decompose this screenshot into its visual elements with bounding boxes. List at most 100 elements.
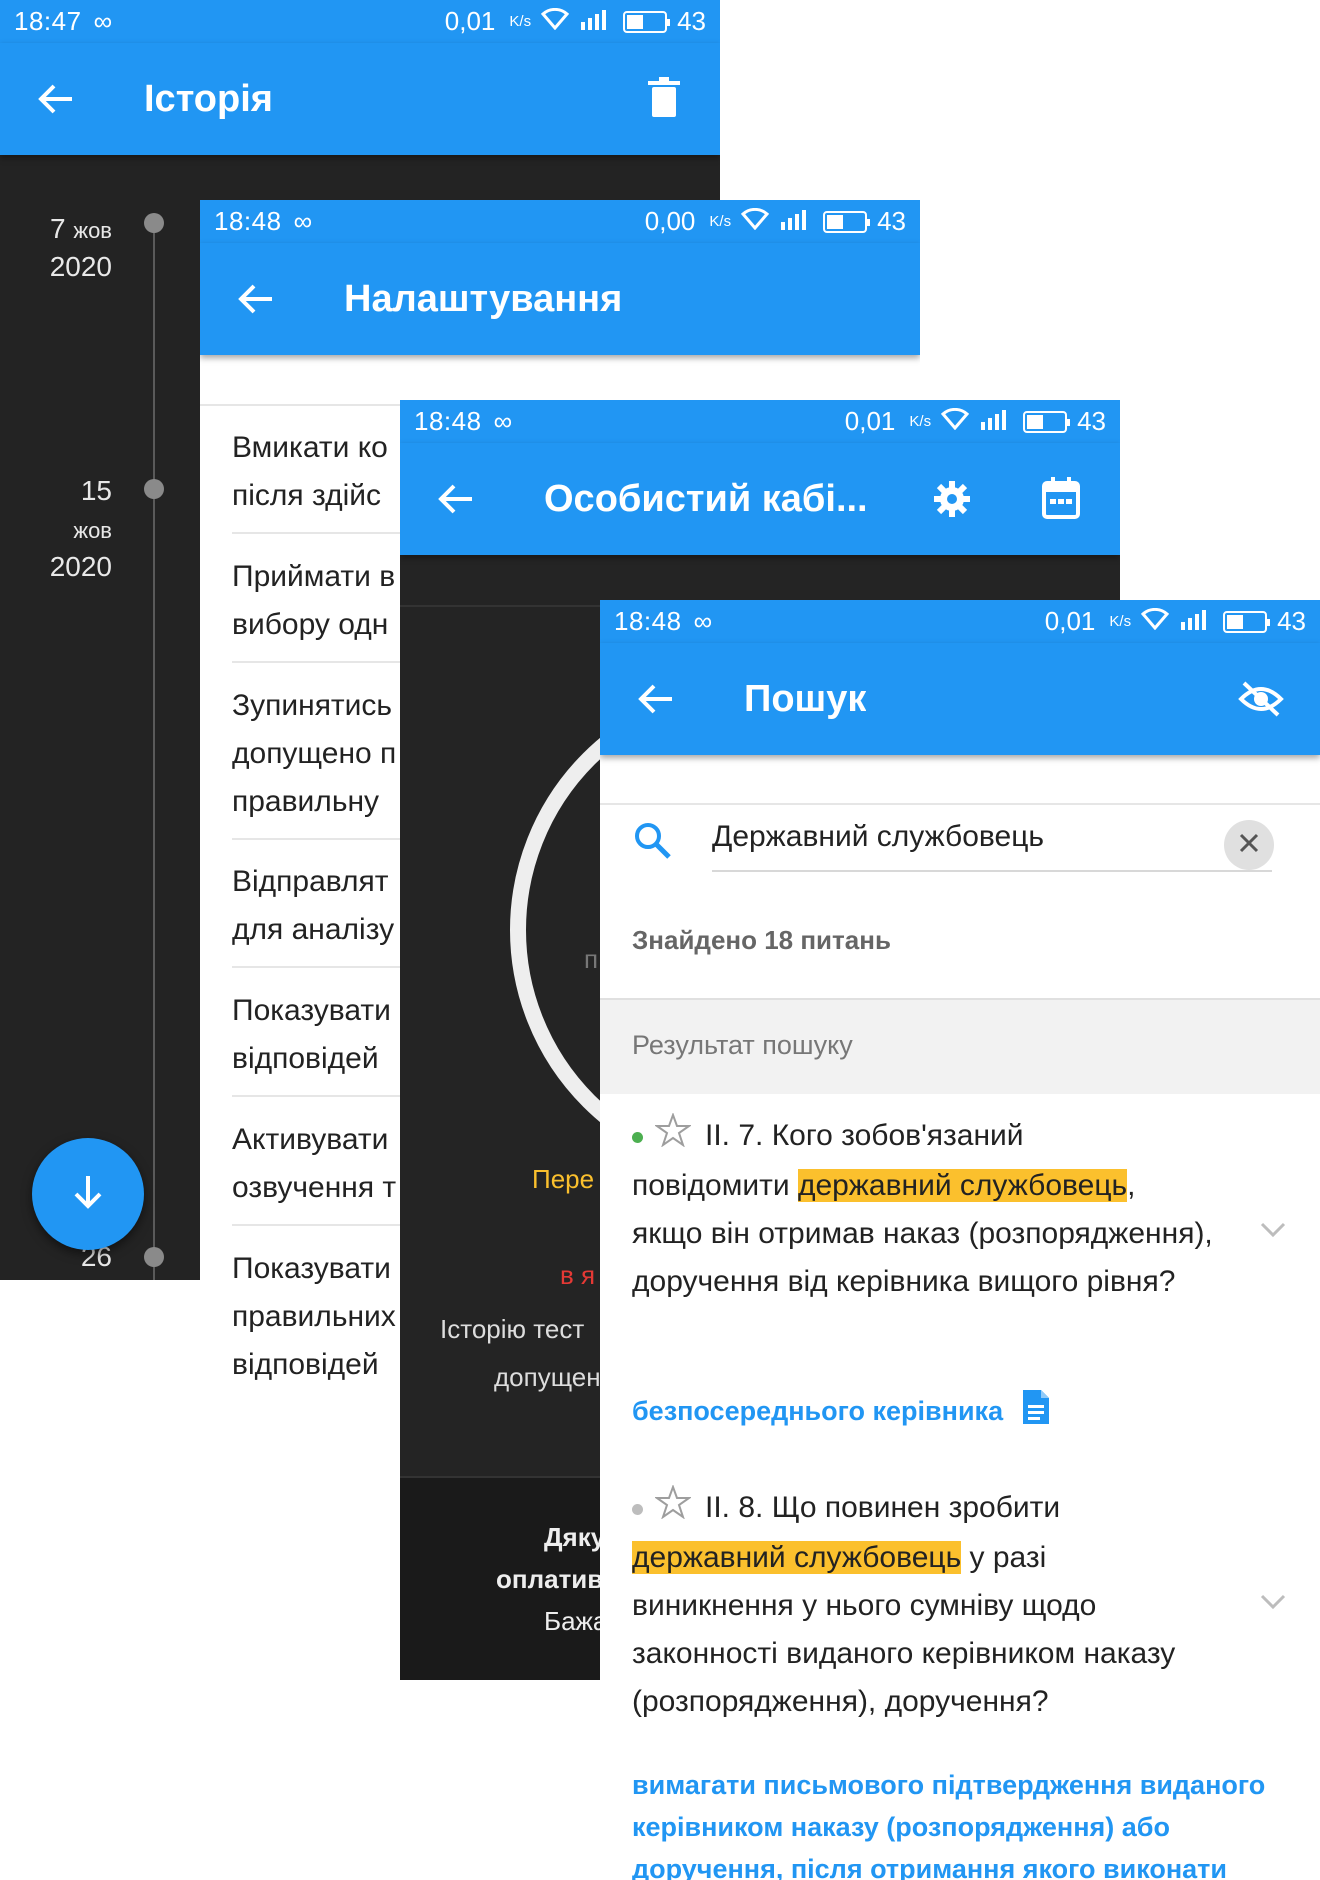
warning-text: в я (560, 1260, 596, 1290)
date-year: 2020 (49, 550, 112, 582)
page-title: Налаштування (344, 277, 623, 320)
net-speed-unit: K/s (909, 413, 932, 430)
star-icon[interactable] (653, 1111, 693, 1162)
settings-item-text: Зупинятись (232, 689, 393, 722)
status-bar: 18:48 ∞ 0,00 K/s 43 (200, 200, 920, 243)
settings-item-text: Показувати (232, 1252, 391, 1285)
timeline-line (153, 215, 155, 1280)
status-time: 18:48 (214, 206, 282, 236)
net-speed: 0,00 (644, 206, 696, 236)
results-header: Результат пошуку (600, 998, 1320, 1094)
battery-level: 43 (1077, 406, 1106, 436)
settings-item-text: вибору одн (232, 608, 389, 641)
answer-link[interactable]: безпосереднього керівника (632, 1396, 1003, 1426)
net-speed: 0,01 (444, 6, 496, 36)
chevron-down-icon[interactable] (1258, 1214, 1288, 1244)
net-speed-unit: K/s (709, 213, 732, 230)
chevron-down-icon[interactable] (1258, 1586, 1288, 1616)
back-arrow-icon[interactable] (36, 79, 76, 119)
answer-text[interactable]: вимагати письмового підтвердження видано… (632, 1764, 1282, 1880)
date-year: 2020 (49, 250, 112, 282)
status-time: 18:48 (614, 606, 682, 636)
timeline-date: 7 жов 2020 (2, 210, 112, 286)
net-speed: 0,01 (1044, 606, 1096, 636)
timeline-dot (144, 479, 164, 499)
wifi-icon (1140, 606, 1170, 637)
wifi-icon (540, 6, 570, 37)
timeline-dot (144, 213, 164, 233)
question-text: виникнення у нього сумніву щодо законнос… (632, 1588, 1176, 1718)
question-item[interactable]: ІІ. 7. Кого зобов'язаний повідомити держ… (632, 1111, 1232, 1306)
battery-icon (623, 10, 671, 33)
answer-text: безпосереднього керівника (632, 1388, 1282, 1438)
question-prefix: ІІ. 7. Кого зобов'язаний (705, 1119, 1024, 1152)
arrow-down-icon (68, 1172, 108, 1217)
question-item[interactable]: ІІ. 8. Що повинен зробити державний служ… (632, 1483, 1232, 1726)
search-input[interactable]: Державний службовець (712, 820, 1272, 872)
question-text: , (1127, 1168, 1136, 1202)
app-bar: Налаштування (200, 243, 920, 355)
scroll-down-button[interactable] (32, 1138, 144, 1250)
search-row: Державний службовець (632, 790, 1288, 890)
gear-icon[interactable] (932, 479, 972, 524)
signal-icon (579, 6, 613, 37)
document-icon[interactable] (1021, 1388, 1051, 1438)
search-screen: 18:48 ∞ 0,01 K/s 43 Пошук Державний служ (600, 600, 1320, 1880)
settings-item-text: озвучення т (232, 1171, 397, 1204)
infinity-icon: ∞ (693, 606, 713, 636)
app-bar: Особистий кабі... (400, 443, 1120, 555)
status-dot (632, 1503, 643, 1515)
history-note: допущен (494, 1362, 601, 1392)
back-arrow-icon[interactable] (636, 679, 676, 719)
settings-item-text: Відправлят (232, 865, 389, 898)
status-bar: 18:48 ∞ 0,01 K/s 43 (600, 600, 1320, 643)
search-highlight: державний службовець (632, 1540, 962, 1574)
status-bar: 18:47 ∞ 0,01 K/s 43 (0, 0, 720, 43)
signal-icon (1179, 606, 1213, 637)
status-dot (632, 1131, 643, 1143)
eye-off-icon[interactable] (1238, 679, 1284, 724)
date-day: 7 (50, 213, 66, 244)
date-day: 15 (80, 475, 112, 506)
app-bar: Історія (0, 43, 720, 155)
net-speed-unit: K/s (1109, 613, 1132, 630)
infinity-icon: ∞ (293, 206, 313, 236)
battery-icon (823, 210, 871, 233)
trash-icon[interactable] (648, 77, 680, 122)
settings-item-text: відповідей (232, 1348, 379, 1381)
search-icon (632, 820, 672, 865)
question-text: у разі (961, 1540, 1047, 1574)
settings-item-text: Приймати в (232, 560, 396, 593)
battery-icon (1223, 610, 1271, 633)
calendar-icon[interactable] (1042, 477, 1080, 524)
status-time: 18:47 (14, 6, 82, 36)
results-count: Знайдено 18 питань (632, 925, 891, 955)
question-text: якщо він отримав наказ (розпорядження), … (632, 1216, 1213, 1298)
infinity-icon: ∞ (493, 406, 513, 436)
status-time: 18:48 (414, 406, 482, 436)
settings-item-text: правильних (232, 1300, 396, 1333)
thanks-text: Дяку (544, 1522, 606, 1552)
search-highlight: державний службовець (797, 1168, 1128, 1202)
page-title: Пошук (744, 677, 867, 720)
settings-item-text: після здійс (232, 479, 382, 512)
battery-icon (1023, 410, 1071, 433)
back-arrow-icon[interactable] (436, 479, 476, 519)
net-speed: 0,01 (844, 406, 896, 436)
settings-item-text: відповідей (232, 1042, 379, 1075)
settings-item-text: Вмикати ко (232, 431, 388, 464)
history-note: Історію тест (440, 1314, 585, 1344)
back-arrow-icon[interactable] (236, 279, 276, 319)
settings-item-text: для аналізу (232, 913, 395, 946)
timeline-dot (144, 1247, 164, 1267)
results-header-text: Результат пошуку (632, 1030, 853, 1060)
clear-search-button[interactable] (1224, 820, 1274, 870)
orange-link[interactable]: Пере (532, 1164, 594, 1195)
wifi-icon (940, 406, 970, 437)
settings-item-text: допущено п (232, 737, 397, 770)
settings-item-text: правильну (232, 785, 380, 818)
close-icon (1238, 832, 1260, 859)
star-icon[interactable] (653, 1483, 693, 1534)
signal-icon (979, 406, 1013, 437)
thanks-text: Бажа (544, 1606, 608, 1636)
